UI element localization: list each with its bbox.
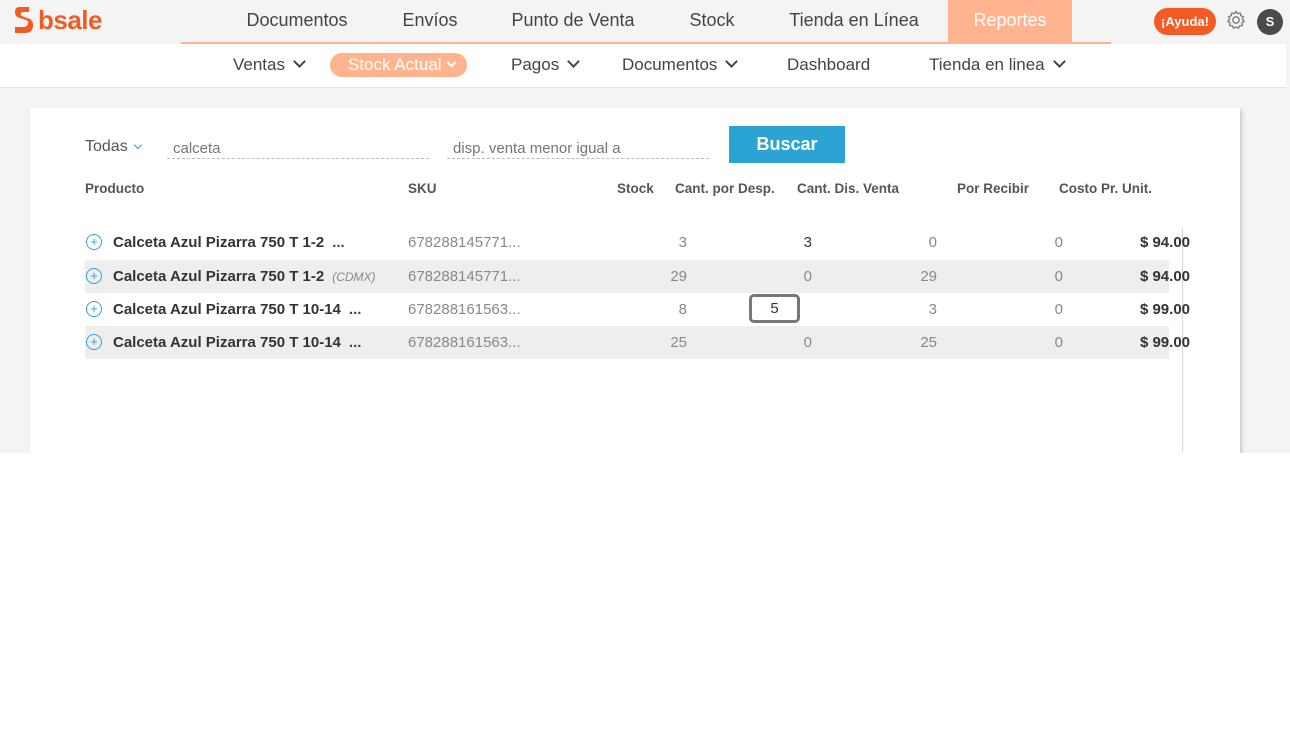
recibir-cell: 0 — [1054, 334, 1063, 351]
header-producto[interactable]: Producto — [85, 181, 144, 196]
header-cant-por-desp[interactable]: Cant. por Desp. — [675, 181, 775, 196]
expand-plus-icon[interactable]: + — [86, 334, 102, 350]
subnav-tienda-en-linea[interactable]: Tienda en linea — [929, 53, 1066, 77]
desp-cell[interactable]: 3 — [740, 226, 812, 259]
main-nav-punto-de-venta[interactable]: Punto de Venta — [498, 0, 648, 42]
product-name-text: Calceta Azul Pizarra 750 T 1-2 — [113, 234, 325, 251]
chevron-down-icon — [446, 57, 457, 68]
bsale-logo[interactable]: bsale — [14, 4, 103, 35]
subnav-pagos-label: Pagos — [511, 55, 560, 74]
product-name[interactable]: Calceta Azul Pizarra 750 T 1-2... — [113, 226, 345, 259]
stock-cell: 29 — [670, 268, 687, 285]
header-cant-dis-venta[interactable]: Cant. Dis. Venta — [797, 181, 899, 196]
store-tag: (CDMX) — [332, 270, 376, 284]
costo-cell: $ 94.00 — [1139, 268, 1190, 285]
table-row: + Calceta Azul Pizarra 750 T 10-14... 67… — [85, 293, 1190, 326]
category-dropdown-value: Todas — [85, 138, 128, 155]
product-name[interactable]: Calceta Azul Pizarra 750 T 10-14... — [113, 326, 361, 359]
search-button[interactable]: Buscar — [729, 126, 845, 163]
header-stock[interactable]: Stock — [617, 181, 654, 196]
venta-cell: 0 — [928, 234, 937, 251]
recibir-cell: 0 — [1054, 301, 1063, 318]
brand-name: bsale — [38, 4, 103, 35]
main-nav-tienda-en-linea[interactable]: Tienda en Línea — [778, 0, 930, 42]
subnav-ventas[interactable]: Ventas — [233, 53, 306, 77]
category-dropdown[interactable]: Todas — [85, 138, 142, 156]
venta-cell: 29 — [920, 268, 937, 285]
product-name[interactable]: Calceta Azul Pizarra 750 T 1-2 (CDMX) — [113, 260, 376, 293]
subnav-stock-actual[interactable]: Stock Actual — [330, 53, 467, 77]
app-window: bsale Documentos Envíos Punto de Venta S… — [0, 0, 1290, 453]
main-nav-reportes[interactable]: Reportes — [948, 0, 1072, 42]
chevron-down-icon — [1052, 55, 1066, 68]
costo-cell: $ 94.00 — [1139, 234, 1190, 251]
subnav-dashboard[interactable]: Dashboard — [787, 53, 870, 77]
chevron-down-icon — [293, 55, 306, 68]
recibir-cell: 0 — [1054, 234, 1063, 251]
stock-cell: 3 — [678, 234, 687, 251]
subnav-ventas-label: Ventas — [233, 55, 285, 74]
header-sku[interactable]: SKU — [408, 181, 437, 196]
top-navbar: bsale Documentos Envíos Punto de Venta S… — [0, 0, 1286, 44]
main-nav-envios[interactable]: Envíos — [392, 0, 468, 42]
sku-cell: 678288161563... — [408, 334, 521, 351]
venta-cell: 3 — [928, 301, 937, 318]
gear-icon[interactable] — [1225, 9, 1247, 31]
chevron-down-icon — [725, 55, 739, 68]
sku-cell: 678288145771... — [408, 268, 521, 285]
subnav-dashboard-label: Dashboard — [787, 55, 871, 74]
product-name-text: Calceta Azul Pizarra 750 T 10-14 — [113, 334, 341, 351]
stock-cell: 8 — [678, 301, 687, 318]
chevron-down-icon — [567, 55, 581, 68]
sku-cell: 678288161563... — [408, 301, 521, 318]
product-more: ... — [348, 334, 362, 351]
product-more: ... — [332, 234, 345, 251]
product-more: ... — [348, 301, 362, 318]
main-nav-documentos[interactable]: Documentos — [232, 0, 362, 42]
stock-filter-input[interactable] — [447, 138, 709, 159]
bsale-logo-icon — [15, 7, 33, 33]
header-por-recibir[interactable]: Por Recibir — [957, 181, 1029, 196]
sub-nav: Ventas Stock Actual Pagos Documentos Das… — [0, 44, 1286, 88]
main-nav-stock[interactable]: Stock — [680, 0, 744, 42]
subnav-pagos[interactable]: Pagos — [511, 53, 581, 77]
table-row: + Calceta Azul Pizarra 750 T 1-2... 6782… — [85, 226, 1190, 259]
costo-cell: $ 99.00 — [1139, 301, 1190, 318]
expand-plus-icon[interactable]: + — [86, 234, 102, 250]
help-button[interactable]: ¡Ayuda! — [1154, 8, 1216, 35]
desp-input-focused[interactable]: 5 — [749, 294, 800, 323]
product-search-input[interactable] — [167, 138, 429, 159]
costo-cell: $ 99.00 — [1139, 334, 1190, 351]
table-row: + Calceta Azul Pizarra 750 T 1-2 (CDMX) 6… — [85, 260, 1190, 293]
chevron-down-icon — [133, 140, 142, 150]
recibir-cell: 0 — [1054, 268, 1063, 285]
stock-cell: 25 — [670, 334, 687, 351]
subnav-tienda-en-linea-label: Tienda en linea — [929, 55, 1045, 74]
stock-report-panel: Todas Buscar Producto SKU Stock Cant. po… — [30, 108, 1240, 453]
desp-cell[interactable]: 0 — [740, 260, 812, 293]
subnav-documentos[interactable]: Documentos — [622, 53, 739, 77]
subnav-stock-actual-label: Stock Actual — [348, 55, 442, 74]
desp-cell[interactable]: 0 — [740, 326, 812, 359]
product-name-text: Calceta Azul Pizarra 750 T 10-14 — [113, 301, 341, 318]
expand-plus-icon[interactable]: + — [86, 268, 102, 284]
table-row: + Calceta Azul Pizarra 750 T 10-14... 67… — [85, 326, 1190, 359]
product-name-text: Calceta Azul Pizarra 750 T 1-2 — [113, 268, 325, 285]
blank-area — [0, 453, 1290, 732]
venta-cell: 25 — [920, 334, 937, 351]
expand-plus-icon[interactable]: + — [86, 301, 102, 317]
subnav-documentos-label: Documentos — [622, 55, 718, 74]
product-name[interactable]: Calceta Azul Pizarra 750 T 10-14... — [113, 293, 361, 326]
user-avatar[interactable]: S — [1257, 9, 1283, 35]
header-costo-pr-unit[interactable]: Costo Pr. Unit. — [1059, 181, 1152, 196]
sku-cell: 678288145771... — [408, 234, 521, 251]
